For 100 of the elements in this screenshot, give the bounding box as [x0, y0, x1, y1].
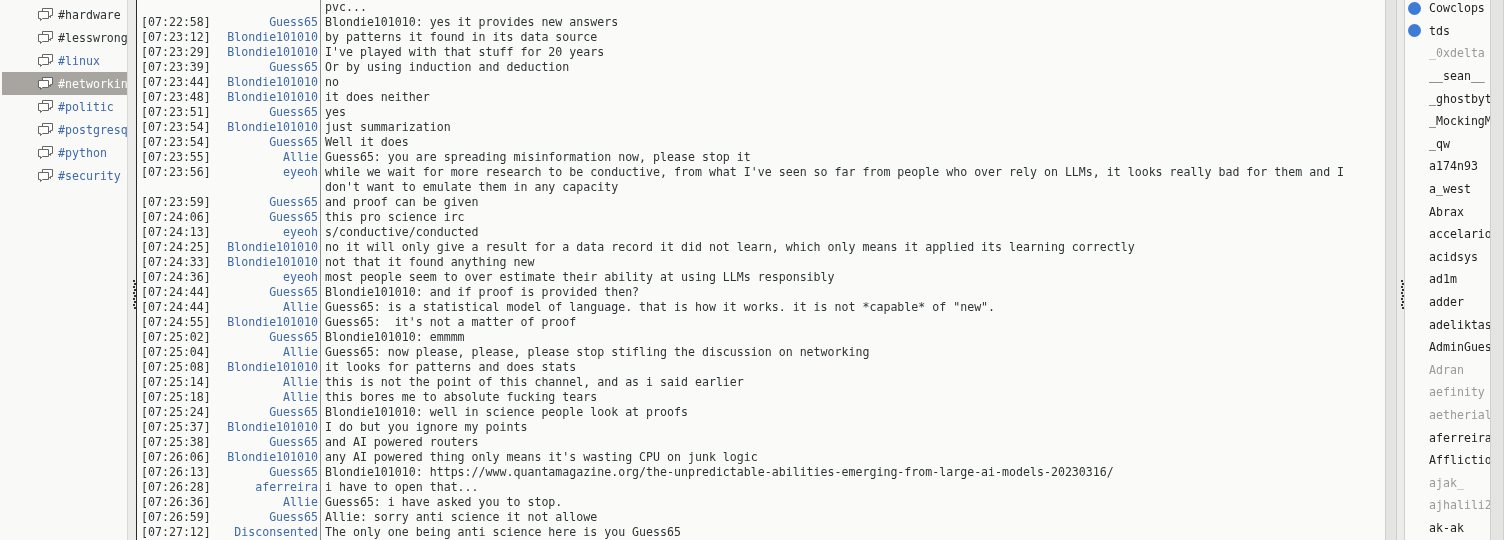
chat-bubbles-icon	[37, 122, 54, 137]
message-text: Guess65: i have asked you to stop.	[325, 495, 563, 510]
user-nick[interactable]: Cowclops	[1429, 1, 1485, 16]
message-time: [07:26:06]	[141, 450, 211, 465]
message-nick[interactable]: eyeoh	[283, 165, 318, 180]
message-nick[interactable]: Allie	[283, 495, 318, 510]
message-nick[interactable]: Guess65	[269, 285, 318, 300]
channel-item[interactable]: #politic	[2, 95, 127, 118]
user-nick[interactable]: Abrax	[1429, 204, 1464, 219]
user-nick[interactable]: acidsys	[1429, 249, 1478, 264]
message-nick[interactable]: Blondie101010	[227, 360, 318, 375]
chat-bubbles-icon	[37, 76, 54, 91]
message-nick[interactable]: Guess65	[269, 195, 318, 210]
message-time: [07:23:51]	[141, 105, 211, 120]
message-nick[interactable]: Guess65	[269, 15, 318, 30]
chat-bubbles-icon	[37, 53, 54, 68]
message-time: [07:23:44]	[141, 75, 211, 90]
message-nick[interactable]: Blondie101010	[227, 315, 318, 330]
message-nick[interactable]: Blondie101010	[227, 120, 318, 135]
scrollbar-track[interactable]	[1385, 0, 1397, 540]
message-text: Blondie101010: yes it provides new answers	[325, 15, 619, 30]
message-nick[interactable]: Guess65	[269, 510, 318, 525]
channel-item[interactable]: #postgresq	[2, 118, 127, 141]
message-nick[interactable]: Allie	[283, 390, 318, 405]
message-nick[interactable]: Blondie101010	[227, 90, 318, 105]
message-nick[interactable]: Blondie101010	[227, 420, 318, 435]
user-nick[interactable]: a_west	[1429, 182, 1471, 197]
message-nick[interactable]: Allie	[283, 150, 318, 165]
message-time: [07:26:13]	[141, 465, 211, 480]
message-time: [07:24:44]	[141, 300, 211, 315]
message-text: most people seem to over estimate their ability at using LLMs responsibly	[325, 270, 835, 285]
message-nick[interactable]: Allie	[283, 375, 318, 390]
user-nick[interactable]: adder	[1429, 295, 1464, 309]
message-text: s/conductive/conducted	[325, 225, 479, 240]
user-nick[interactable]: AdminGues	[1429, 340, 1490, 355]
message-time: [07:25:04]	[141, 345, 211, 360]
message-text: just summarization	[325, 120, 451, 135]
message-time: [07:23:59]	[141, 195, 211, 210]
message-nick[interactable]: Guess65	[269, 105, 318, 120]
message-text: Guess65: is a statistical model of language. that is how it works. it is not *capable* of "new".	[325, 300, 996, 315]
user-nick[interactable]: _ghostbyt	[1429, 91, 1490, 106]
user-nick[interactable]: a174n93	[1429, 159, 1478, 174]
message-nick[interactable]: eyeoh	[283, 225, 318, 240]
message-nick[interactable]: Guess65	[269, 435, 318, 450]
message-nick[interactable]: Blondie101010	[227, 450, 318, 465]
user-nick[interactable]: ak-ak	[1429, 520, 1464, 535]
message-nick[interactable]: Guess65	[269, 330, 318, 345]
message-time: [07:26:36]	[141, 495, 211, 510]
user-nick[interactable]: Adran	[1429, 362, 1464, 377]
scrollbar-track[interactable]	[1490, 0, 1504, 540]
channel-item[interactable]: #python	[2, 141, 127, 164]
message-text: Blondie101010: https://www.quantamagazine.org/the-unpredictable-abilities-emerging-from-large-ai-models-20230316/	[325, 465, 1114, 480]
user-nick[interactable]: aetherial	[1429, 408, 1490, 422]
message-text: no	[325, 75, 339, 90]
user-nick[interactable]: __sean__	[1429, 69, 1485, 84]
message-time: [07:24:44]	[141, 285, 211, 300]
message-nick[interactable]: Guess65	[269, 465, 318, 480]
message-nick[interactable]: aferreira	[255, 480, 318, 495]
message-nick[interactable]: Guess65	[269, 210, 318, 225]
message-time: [07:23:56]	[141, 165, 211, 180]
channel-item[interactable]: #security	[2, 164, 127, 187]
message-nick[interactable]: Blondie101010	[227, 30, 318, 45]
user-nick[interactable]: aefinity	[1429, 385, 1485, 400]
message-nick[interactable]: Guess65	[269, 60, 318, 75]
user-nick[interactable]: ajhalili2	[1429, 498, 1490, 513]
message-nick[interactable]: Blondie101010	[227, 255, 318, 270]
user-nick[interactable]: aferreira	[1429, 430, 1490, 445]
user-nick[interactable]: ad1m	[1429, 272, 1457, 287]
message-time: [07:24:06]	[141, 210, 211, 225]
message-nick[interactable]: Blondie101010	[227, 75, 318, 90]
user-nick[interactable]: _0xdelta	[1429, 46, 1485, 61]
message-nick[interactable]: eyeoh	[283, 270, 318, 285]
message-time: [07:25:24]	[141, 405, 211, 420]
message-nick[interactable]: Blondie101010	[227, 45, 318, 60]
message-nick[interactable]: Blondie101010	[227, 240, 318, 255]
message-time: [07:25:38]	[141, 435, 211, 450]
splitter-handle-icon[interactable]	[133, 279, 136, 311]
user-nick[interactable]: tds	[1429, 23, 1450, 38]
message-time: [07:26:59]	[141, 510, 211, 525]
chat-bubbles-icon	[37, 168, 54, 183]
message-text: Well it does	[325, 135, 409, 150]
message-time: [07:27:12]	[141, 525, 211, 540]
splitter-handle-icon[interactable]	[1401, 279, 1404, 311]
message-text: Blondie101010: and if proof is provided then?	[325, 285, 640, 300]
channel-item[interactable]: #lesswrong	[2, 26, 127, 49]
message-text: Or by using induction and deduction	[325, 60, 570, 75]
message-nick[interactable]: Allie	[283, 300, 318, 315]
message-nick[interactable]: Disconsented	[234, 525, 318, 540]
message-nick[interactable]: Guess65	[269, 405, 318, 420]
message-nick[interactable]: Allie	[283, 345, 318, 360]
message-text: Guess65: you are spreading misinformation now, please stop it	[325, 150, 751, 165]
user-nick[interactable]: ajak_	[1429, 475, 1464, 490]
user-nick[interactable]: adeliktas	[1429, 317, 1490, 332]
channel-item[interactable]: #hardware	[2, 3, 127, 26]
message-time: [07:23:54]	[141, 135, 211, 150]
channel-item[interactable]: #linux	[2, 49, 127, 72]
message-nick[interactable]: Guess65	[269, 135, 318, 150]
message-text: this bores me to absolute fucking tears	[325, 390, 598, 405]
message-text: Blondie101010: well in science people look at proofs	[325, 405, 688, 420]
user-nick[interactable]: _qw	[1429, 136, 1450, 151]
